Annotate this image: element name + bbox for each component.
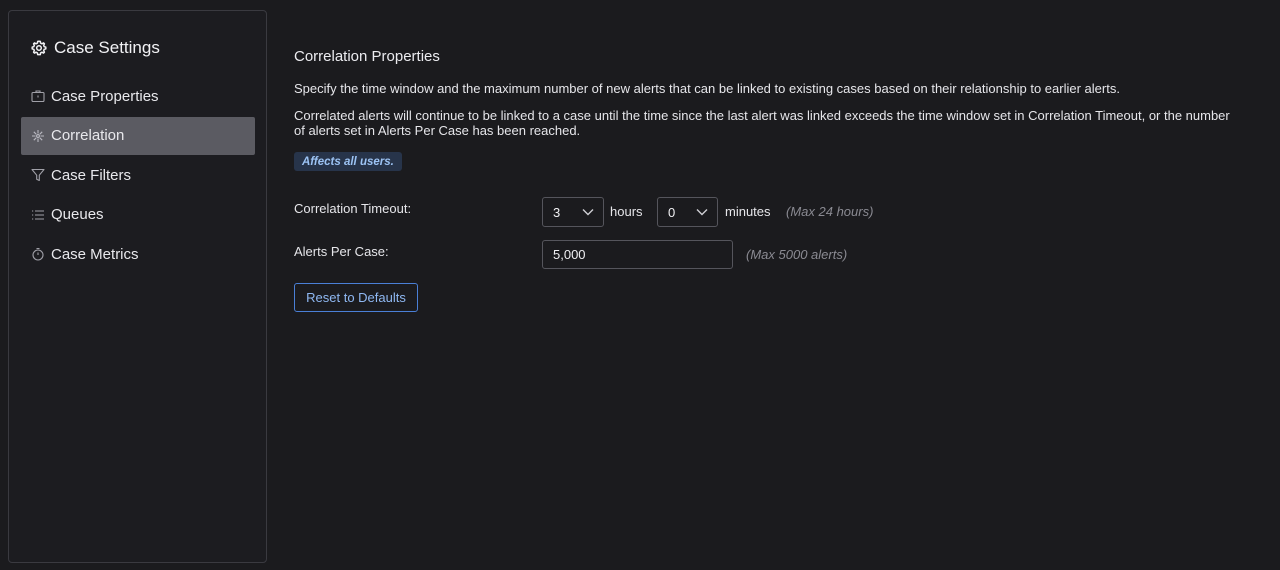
list-icon: [31, 208, 45, 222]
filter-icon: [31, 168, 45, 182]
sidebar-item-label: Case Filters: [51, 166, 132, 184]
correlation-icon: [31, 129, 45, 143]
timeout-hint: (Max 24 hours): [786, 204, 874, 219]
stopwatch-icon: [31, 247, 45, 261]
sidebar-item-case-filters[interactable]: Case Filters: [21, 156, 255, 194]
sidebar-nav: Case Properties Correlation Case Filters: [21, 77, 255, 275]
correlation-timeout-label: Correlation Timeout:: [294, 201, 412, 216]
sidebar-item-queues[interactable]: Queues: [21, 196, 255, 234]
chevron-down-icon: [582, 208, 594, 216]
sidebar-item-label: Queues: [51, 206, 104, 224]
gear-icon: [31, 40, 47, 56]
chevron-down-icon: [696, 208, 708, 216]
page-title: Correlation Properties: [294, 48, 440, 65]
alerts-per-case-label: Alerts Per Case:: [294, 244, 389, 259]
timeout-minutes-select[interactable]: 0: [657, 197, 718, 227]
timeout-hours-select[interactable]: 3: [542, 197, 604, 227]
timeout-minutes-value: 0: [668, 204, 676, 220]
minutes-unit-label: minutes: [725, 204, 771, 219]
settings-sidebar: Case Settings Case Properties Correlatio…: [8, 10, 267, 563]
reset-to-defaults-button[interactable]: Reset to Defaults: [294, 283, 418, 312]
scope-badge: Affects all users.: [294, 152, 402, 171]
timeout-hours-value: 3: [553, 204, 561, 220]
sidebar-title: Case Settings: [31, 38, 160, 58]
sidebar-item-label: Case Metrics: [51, 245, 139, 263]
sidebar-title-label: Case Settings: [54, 38, 160, 57]
alerts-per-case-hint: (Max 5000 alerts): [746, 247, 848, 262]
briefcase-icon: [31, 89, 45, 103]
hours-unit-label: hours: [610, 204, 643, 219]
sidebar-item-case-metrics[interactable]: Case Metrics: [21, 235, 255, 273]
description-primary: Specify the time window and the maximum …: [294, 81, 1120, 96]
alerts-per-case-input[interactable]: [542, 240, 733, 269]
sidebar-item-case-properties[interactable]: Case Properties: [21, 77, 255, 115]
description-secondary: Correlated alerts will continue to be li…: [294, 108, 1230, 138]
sidebar-item-label: Case Properties: [51, 87, 159, 105]
sidebar-item-label: Correlation: [51, 127, 125, 145]
sidebar-item-correlation[interactable]: Correlation: [21, 116, 255, 155]
